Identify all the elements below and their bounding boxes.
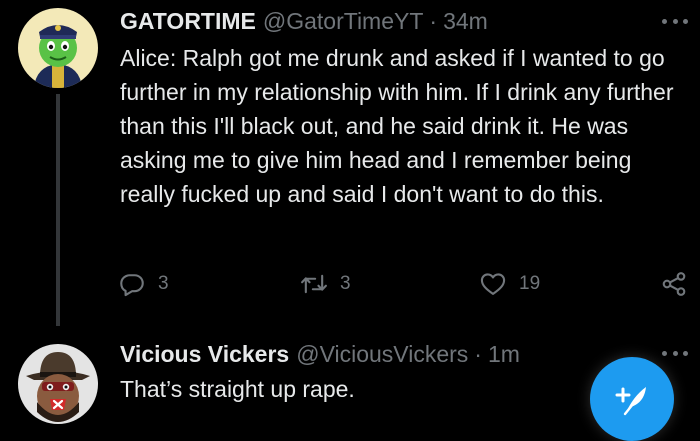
reply-count: 3 bbox=[158, 273, 169, 294]
share-button[interactable] bbox=[660, 266, 688, 302]
share-icon bbox=[662, 272, 686, 296]
tweet-text: Alice: Ralph got me drunk and asked if I… bbox=[120, 45, 674, 207]
reply-button[interactable]: 3 bbox=[118, 266, 169, 302]
like-button[interactable]: 19 bbox=[479, 266, 540, 302]
vickers-avatar-image bbox=[18, 344, 98, 424]
tweet-header: GATORTIME @GatorTimeYT · 34m bbox=[120, 5, 488, 37]
avatar[interactable] bbox=[18, 344, 98, 424]
separator-dot: · bbox=[429, 7, 438, 34]
tweet-gatortime[interactable]: GATORTIME @GatorTimeYT · 34m Alice: Ralp… bbox=[0, 0, 700, 330]
user-handle[interactable]: @ViciousVickers bbox=[296, 341, 468, 368]
compose-tweet-button[interactable] bbox=[590, 357, 674, 441]
tweet-actions: 3 3 19 bbox=[0, 266, 700, 302]
retweet-count: 3 bbox=[340, 273, 351, 294]
avatar[interactable] bbox=[18, 8, 98, 88]
heart-icon bbox=[480, 273, 506, 295]
separator-dot: · bbox=[474, 340, 482, 367]
user-handle[interactable]: @GatorTimeYT bbox=[263, 8, 424, 35]
display-name[interactable]: Vicious Vickers bbox=[120, 341, 289, 368]
timestamp[interactable]: 34m bbox=[443, 8, 488, 35]
retweet-icon bbox=[301, 274, 327, 294]
display-name[interactable]: GATORTIME bbox=[120, 8, 256, 35]
tweet-header: Vicious Vickers @ViciousVickers · 1m bbox=[120, 338, 520, 370]
reply-icon bbox=[120, 274, 144, 297]
retweet-button[interactable]: 3 bbox=[300, 266, 351, 302]
more-icon[interactable] bbox=[662, 11, 688, 31]
like-count: 19 bbox=[519, 273, 541, 294]
more-icon[interactable] bbox=[662, 343, 688, 363]
compose-tweet-icon bbox=[615, 387, 646, 416]
timestamp[interactable]: 1m bbox=[488, 341, 520, 368]
gator-avatar-image bbox=[18, 8, 98, 88]
